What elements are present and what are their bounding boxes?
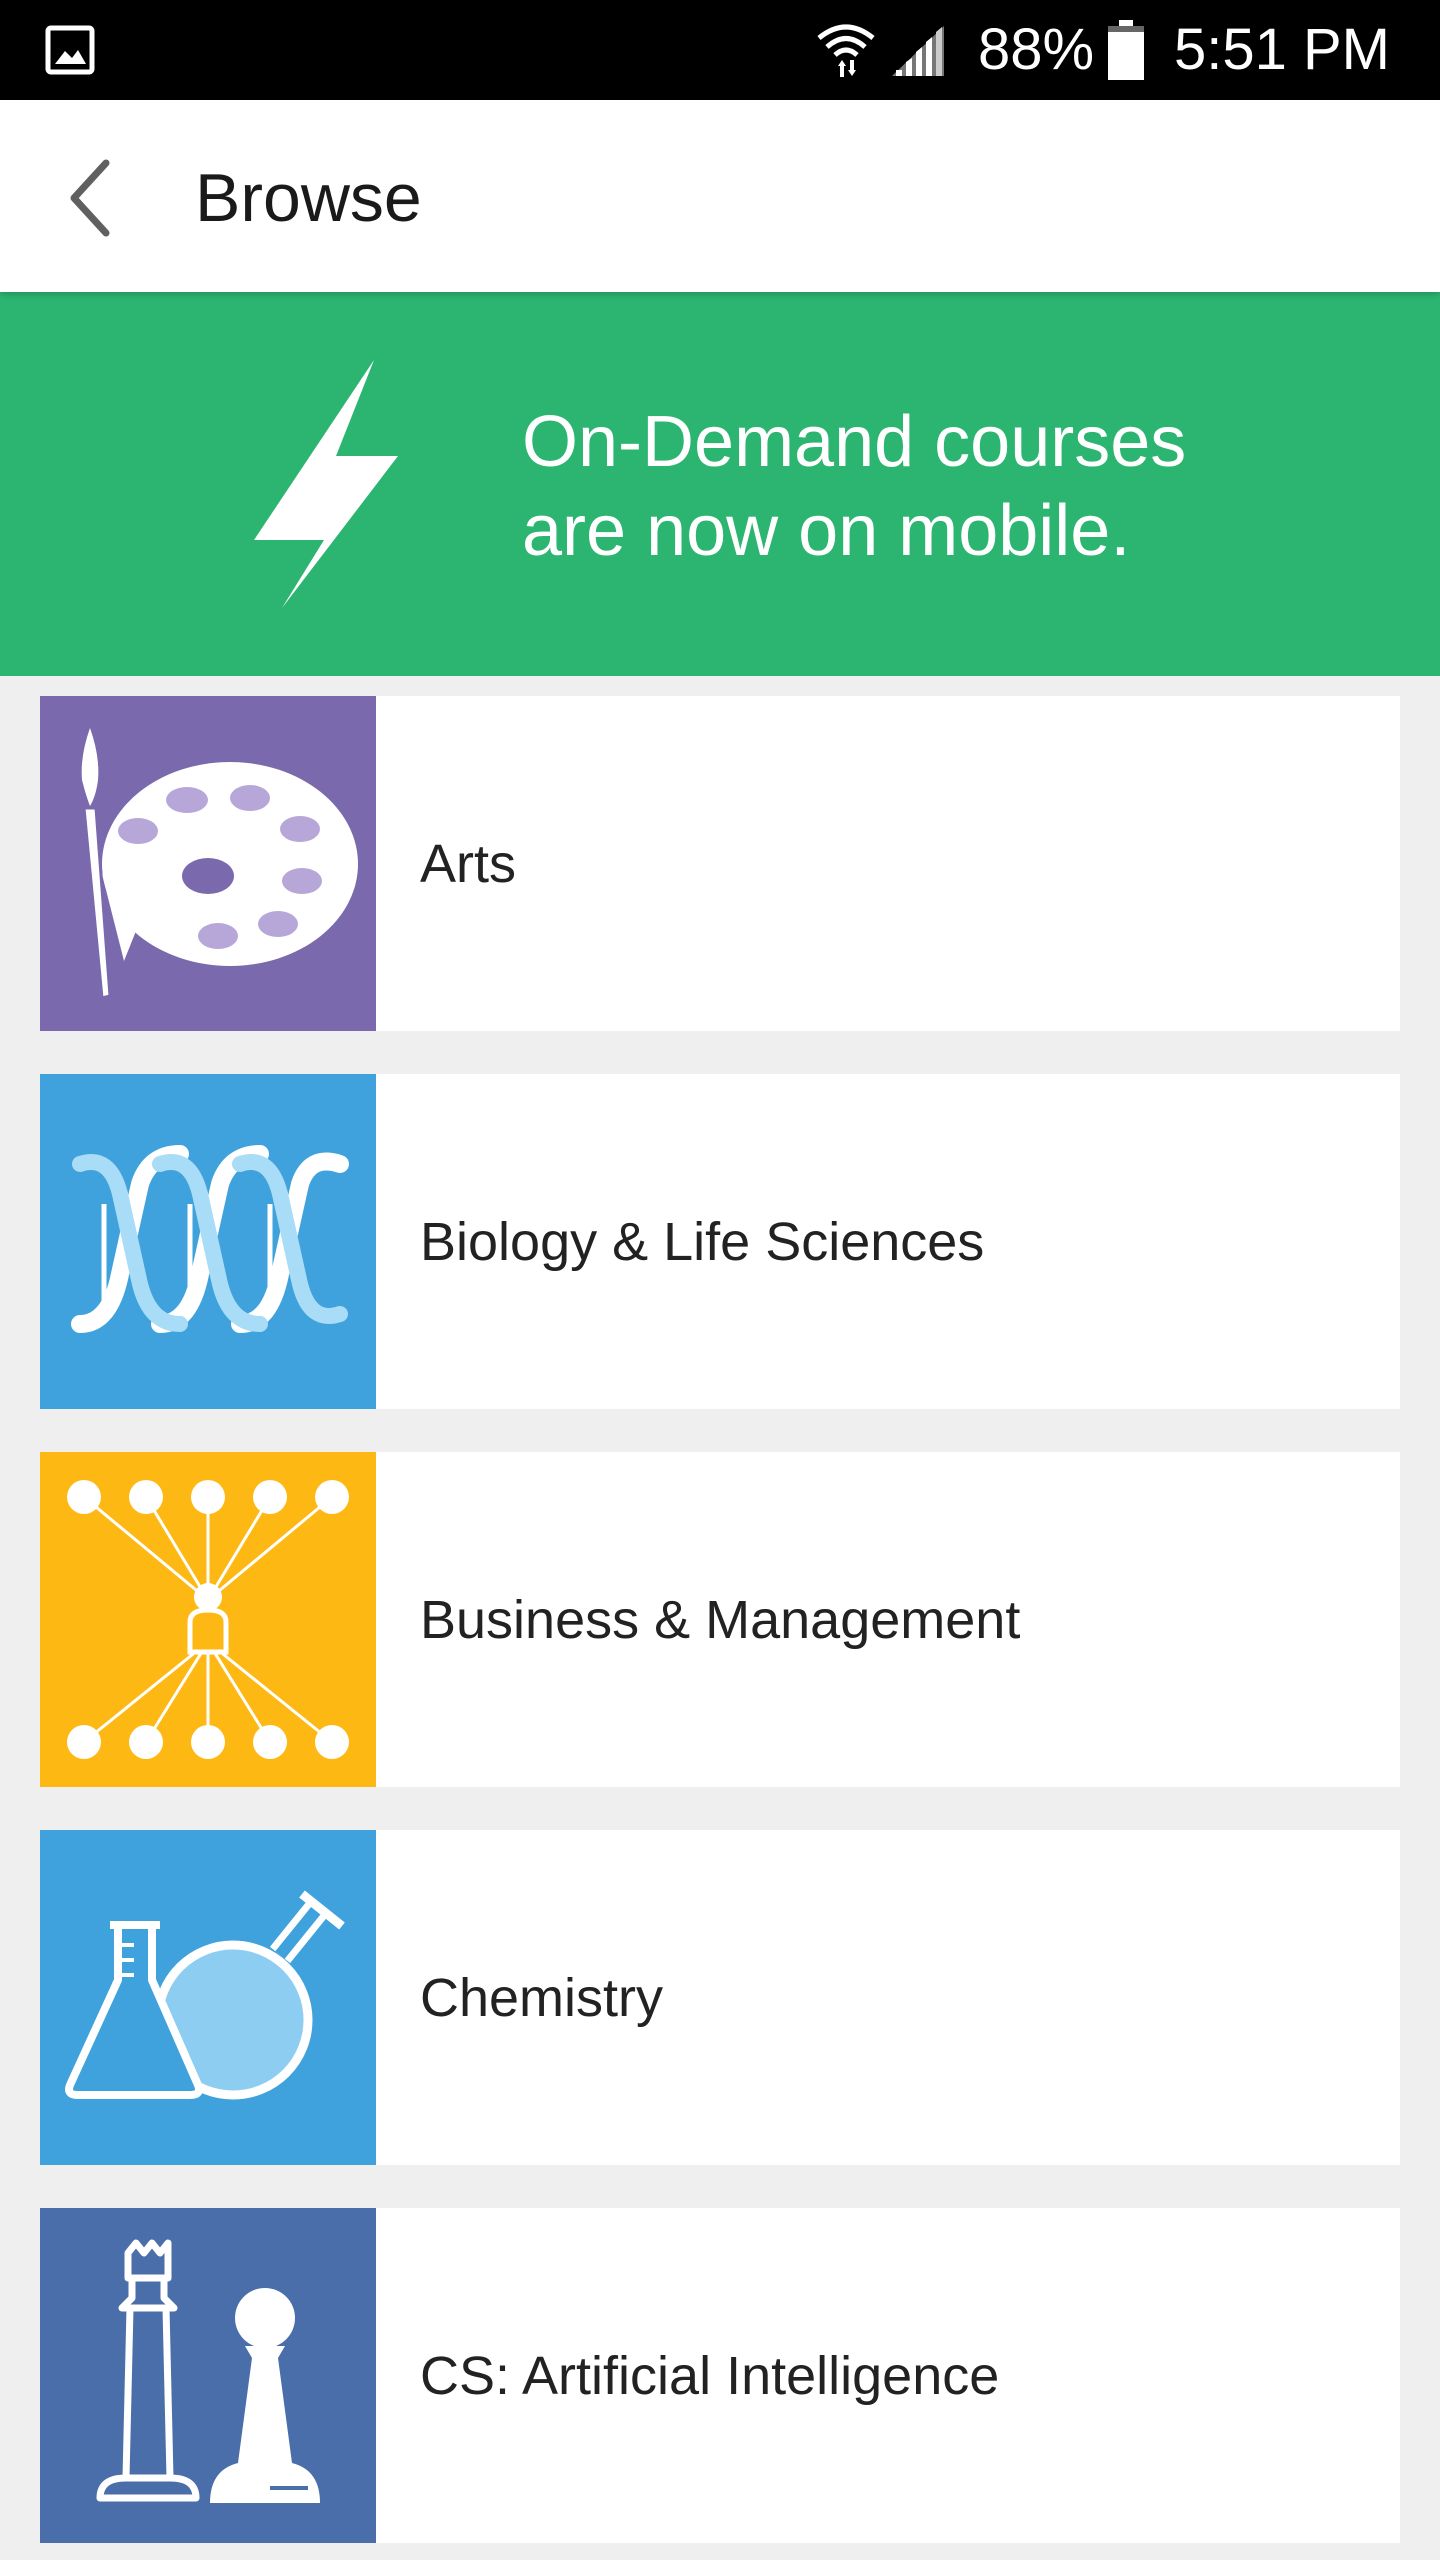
- gallery-icon: [45, 25, 95, 75]
- status-bar: 88% 5:51 PM: [0, 0, 1440, 100]
- lightning-bolt-icon: [254, 360, 398, 608]
- category-item-biology[interactable]: Biology & Life Sciences: [40, 1074, 1400, 1409]
- back-button[interactable]: [40, 148, 140, 248]
- category-thumbnail: [40, 1074, 376, 1409]
- category-label: Arts: [420, 833, 517, 894]
- category-thumbnail: [40, 1830, 376, 2165]
- battery-percentage: 88%: [978, 17, 1095, 82]
- category-thumbnail: [40, 2208, 376, 2543]
- dna-helix-icon: [40, 1074, 376, 1409]
- category-label: Business & Management: [420, 1589, 1021, 1650]
- category-item-cs-ai[interactable]: CS: Artificial Intelligence: [40, 2208, 1400, 2543]
- category-item-chemistry[interactable]: Chemistry: [40, 1830, 1400, 2165]
- banner-text-line1: On-Demand courses: [522, 402, 1187, 482]
- back-chevron-icon: [70, 159, 110, 237]
- category-label: Chemistry: [420, 1967, 664, 2028]
- category-item-arts[interactable]: Arts: [40, 696, 1400, 1031]
- app-bar: Browse: [0, 100, 1440, 292]
- category-thumbnail: [40, 1452, 376, 1787]
- category-label: Biology & Life Sciences: [420, 1211, 985, 1272]
- chess-pieces-icon: [40, 2208, 376, 2543]
- clock: 5:51 PM: [1174, 17, 1390, 82]
- category-thumbnail: [40, 696, 376, 1031]
- page-title: Browse: [195, 160, 422, 236]
- category-item-business[interactable]: Business & Management: [40, 1452, 1400, 1787]
- wifi-icon: [817, 24, 875, 77]
- category-label: CS: Artificial Intelligence: [420, 2345, 1000, 2406]
- paint-palette-icon: [40, 696, 376, 1031]
- lab-flasks-icon: [40, 1830, 376, 2165]
- battery-icon: [1108, 20, 1144, 80]
- signal-icon: [892, 26, 944, 76]
- banner-text-line2: are now on mobile.: [522, 491, 1131, 571]
- network-people-icon: [40, 1452, 376, 1787]
- on-demand-banner[interactable]: On-Demand courses are now on mobile.: [0, 292, 1440, 676]
